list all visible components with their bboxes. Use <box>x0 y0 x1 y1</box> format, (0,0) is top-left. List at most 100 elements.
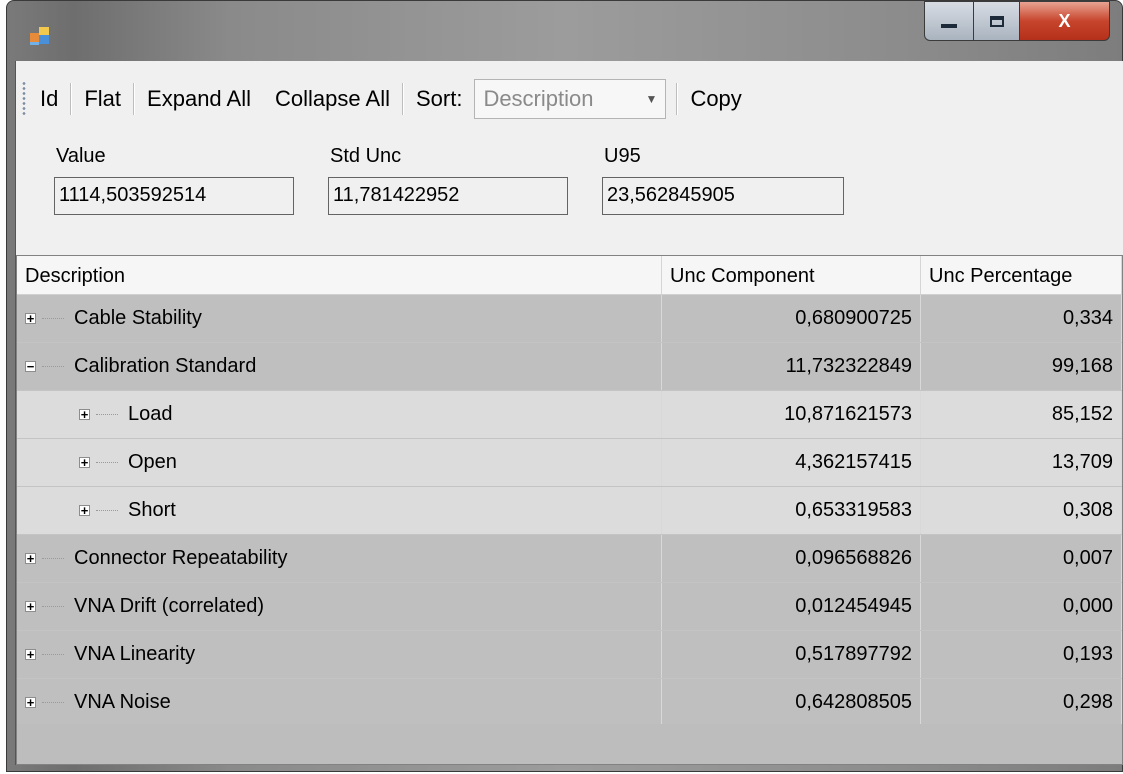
table-row[interactable]: + VNA Noise 0,642808505 0,298 <box>17 679 1122 727</box>
row-unc-percentage: 0,000 <box>921 583 1122 630</box>
app-window-icon <box>30 27 49 45</box>
table-row[interactable]: + VNA Drift (correlated) 0,012454945 0,000 <box>17 583 1122 631</box>
row-description: Cable Stability <box>74 307 202 329</box>
tree-connector <box>96 414 118 415</box>
row-unc-component: 0,653319583 <box>662 487 921 534</box>
expand-icon[interactable]: + <box>25 552 36 565</box>
uncertainty-tree-grid: Description Unc Component Unc Percentage… <box>16 255 1123 765</box>
expand-all-button[interactable]: Expand All <box>135 86 263 112</box>
close-icon: X <box>1058 10 1071 31</box>
column-header-description[interactable]: Description <box>17 256 662 294</box>
tree-node: + Load <box>25 403 653 426</box>
id-button[interactable]: Id <box>36 86 70 112</box>
maximize-button[interactable] <box>974 1 1020 41</box>
row-description: VNA Drift (correlated) <box>74 595 265 617</box>
tree-connector <box>42 702 64 703</box>
row-unc-percentage: 85,152 <box>921 391 1122 438</box>
toolbar-grip[interactable] <box>22 81 26 117</box>
column-header-unc-percentage[interactable]: Unc Percentage <box>921 256 1122 294</box>
row-description-cell: + Cable Stability <box>17 295 662 342</box>
std-unc-label: Std Unc <box>330 145 402 167</box>
tree-connector <box>42 558 64 559</box>
row-unc-component: 0,680900725 <box>662 295 921 342</box>
tree-connector <box>42 318 64 319</box>
tree-node: − Calibration Standard <box>25 355 653 378</box>
std-unc-field[interactable]: 11,781422952 <box>328 177 568 215</box>
row-description-cell: + VNA Noise <box>17 679 662 726</box>
row-description: Connector Repeatability <box>74 547 288 569</box>
tree-node: + VNA Linearity <box>25 643 653 666</box>
sort-dropdown[interactable]: Description ▼ <box>474 79 667 119</box>
maximize-icon <box>989 15 1004 27</box>
u95-label: U95 <box>604 145 641 167</box>
client-area: Id Flat Expand All Collapse All Sort: De… <box>15 61 1123 765</box>
row-description: VNA Linearity <box>74 643 196 665</box>
expand-icon[interactable]: + <box>25 696 36 709</box>
tree-connector <box>96 462 118 463</box>
value-field[interactable]: 1114,503592514 <box>54 177 294 215</box>
expand-icon[interactable]: + <box>25 600 36 613</box>
u95-field[interactable]: 23,562845905 <box>602 177 844 215</box>
row-unc-component: 0,096568826 <box>662 535 921 582</box>
copy-button[interactable]: Copy <box>678 86 753 112</box>
row-unc-percentage: 99,168 <box>921 343 1122 390</box>
row-description-cell: + Load <box>17 391 662 438</box>
row-description-cell: − Calibration Standard <box>17 343 662 390</box>
app-window: X Id Flat Expand All Collapse All Sort: … <box>6 0 1123 772</box>
minimize-icon <box>941 24 957 28</box>
row-description: Short <box>128 499 176 521</box>
value-label: Value <box>56 145 106 167</box>
tree-node: + VNA Drift (correlated) <box>25 595 653 618</box>
row-description: VNA Noise <box>74 691 171 713</box>
tree-node: + Connector Repeatability <box>25 547 653 570</box>
row-unc-percentage: 0,298 <box>921 679 1122 726</box>
flat-button[interactable]: Flat <box>72 86 133 112</box>
row-unc-component: 10,871621573 <box>662 391 921 438</box>
toolbar: Id Flat Expand All Collapse All Sort: De… <box>16 61 1123 137</box>
row-description-cell: + Short <box>17 487 662 534</box>
tree-node: + Short <box>25 499 653 522</box>
summary-fields: Value 1114,503592514 Std Unc 11,78142295… <box>16 141 1123 251</box>
expand-icon[interactable]: + <box>79 504 90 517</box>
row-description: Open <box>128 451 177 473</box>
row-unc-percentage: 0,007 <box>921 535 1122 582</box>
table-row[interactable]: + Short 0,653319583 0,308 <box>17 487 1122 535</box>
column-header-unc-component[interactable]: Unc Component <box>662 256 921 294</box>
row-unc-component: 0,517897792 <box>662 631 921 678</box>
tree-node: + VNA Noise <box>25 691 653 714</box>
row-unc-component: 0,642808505 <box>662 679 921 726</box>
row-unc-percentage: 0,334 <box>921 295 1122 342</box>
expand-icon[interactable]: + <box>79 408 90 421</box>
row-unc-percentage: 13,709 <box>921 439 1122 486</box>
row-unc-component: 4,362157415 <box>662 439 921 486</box>
minimize-button[interactable] <box>924 1 974 41</box>
chevron-down-icon: ▼ <box>645 92 658 106</box>
table-row[interactable]: + VNA Linearity 0,517897792 0,193 <box>17 631 1122 679</box>
tree-node: + Open <box>25 451 653 474</box>
close-button[interactable]: X <box>1020 1 1110 41</box>
table-row[interactable]: + Connector Repeatability 0,096568826 0,007 <box>17 535 1122 583</box>
expand-icon[interactable]: + <box>79 456 90 469</box>
sort-label: Sort: <box>415 86 463 111</box>
window-controls: X <box>924 1 1110 45</box>
table-row[interactable]: − Calibration Standard 11,732322849 99,168 <box>17 343 1122 391</box>
row-unc-percentage: 0,308 <box>921 487 1122 534</box>
tree-connector <box>42 606 64 607</box>
tree-connector <box>42 654 64 655</box>
table-row[interactable]: + Open 4,362157415 13,709 <box>17 439 1122 487</box>
table-row[interactable]: + Cable Stability 0,680900725 0,334 <box>17 295 1122 343</box>
row-description-cell: + VNA Linearity <box>17 631 662 678</box>
collapse-all-button[interactable]: Collapse All <box>263 86 402 112</box>
expand-icon[interactable]: + <box>25 648 36 661</box>
tree-node: + Cable Stability <box>25 307 653 330</box>
grid-body: + Cable Stability 0,680900725 0,334 − Calibra… <box>17 295 1122 727</box>
expand-icon[interactable]: + <box>25 312 36 325</box>
tree-connector <box>42 366 64 367</box>
collapse-icon[interactable]: − <box>25 360 36 373</box>
row-description-cell: + Open <box>17 439 662 486</box>
tree-connector <box>96 510 118 511</box>
table-row[interactable]: + Load 10,871621573 85,152 <box>17 391 1122 439</box>
title-bar[interactable]: X <box>7 1 1122 61</box>
sort-selected-value: Description <box>483 86 594 111</box>
row-description-cell: + Connector Repeatability <box>17 535 662 582</box>
